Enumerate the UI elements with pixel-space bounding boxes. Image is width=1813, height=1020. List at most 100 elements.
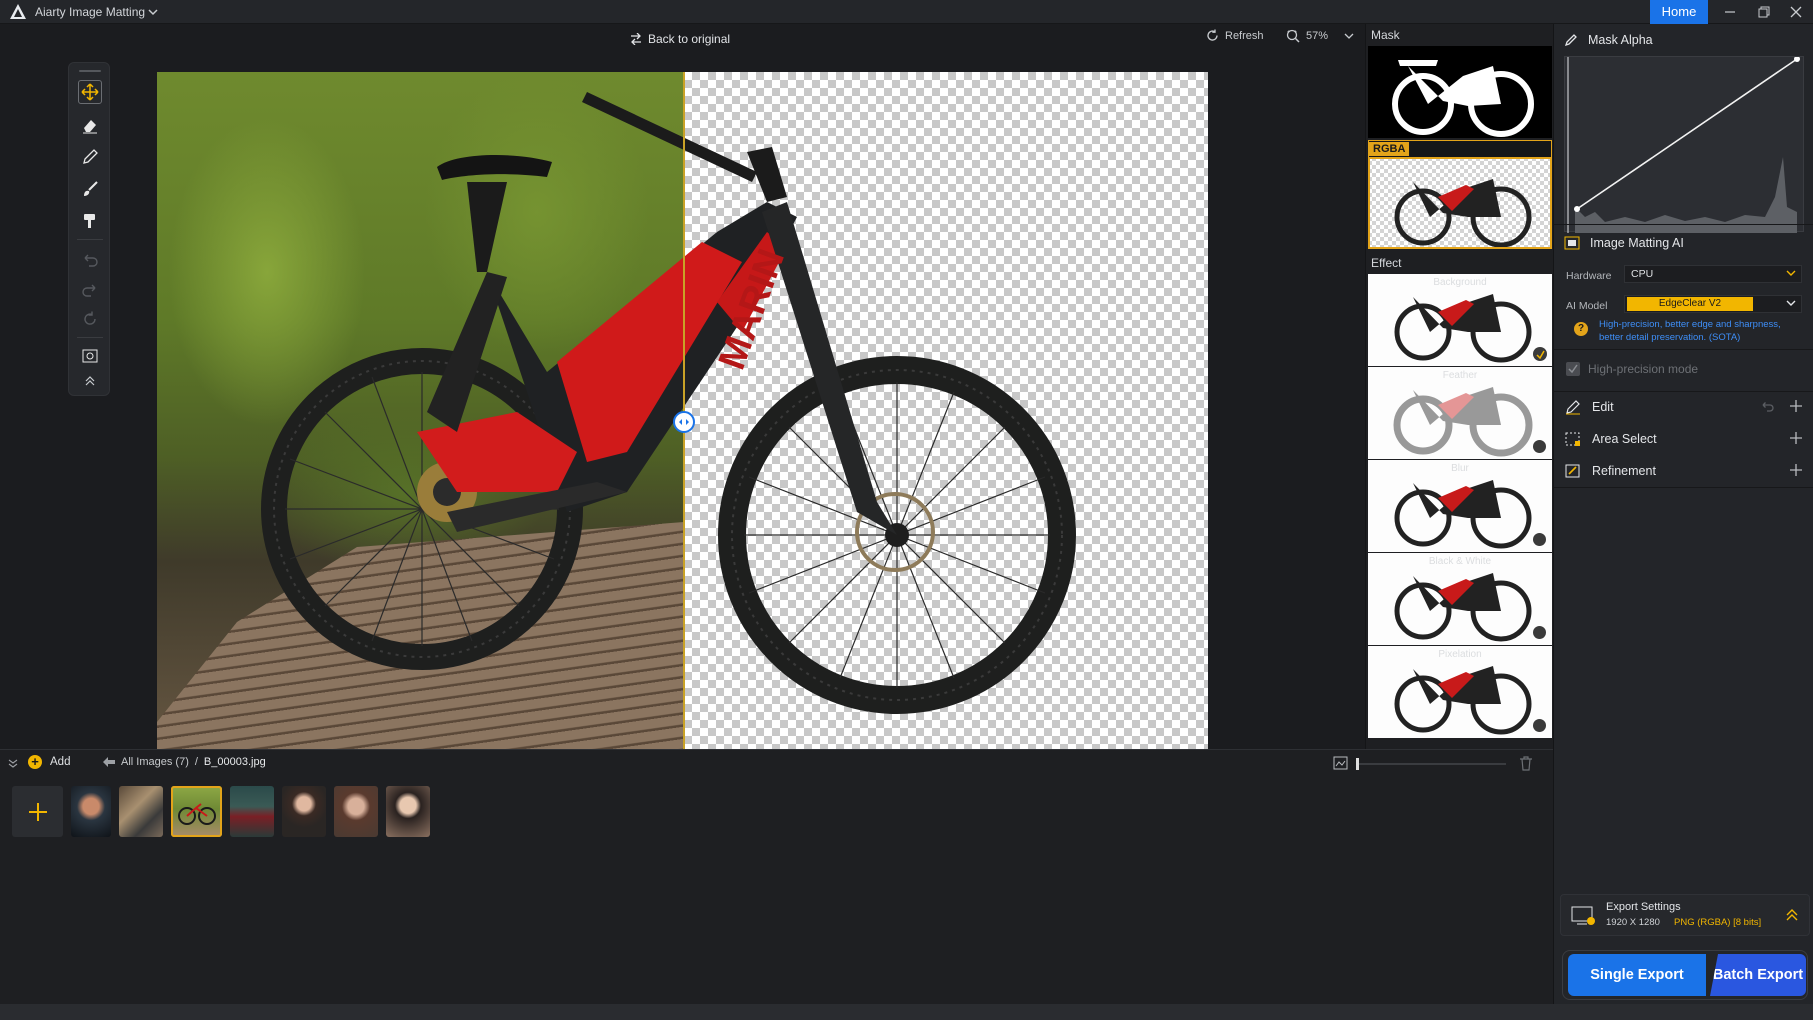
effect-title: Pixelation bbox=[1438, 649, 1482, 660]
effect-feather[interactable]: Feather bbox=[1368, 367, 1552, 459]
ai-model-select[interactable]: EdgeClear V2 bbox=[1624, 295, 1802, 313]
breadcrumb-separator: / bbox=[194, 756, 198, 768]
back-arrow-icon[interactable] bbox=[103, 757, 115, 767]
effect-radio[interactable] bbox=[1533, 626, 1546, 639]
undo-icon[interactable] bbox=[1760, 400, 1774, 412]
batch-export-button[interactable]: Batch Export bbox=[1710, 954, 1806, 996]
thumbnail-woman-flowers[interactable] bbox=[282, 786, 326, 837]
effect-radio[interactable] bbox=[1533, 440, 1546, 453]
thumbnail-woman-floral[interactable] bbox=[386, 786, 430, 837]
ai-model-value: EdgeClear V2 bbox=[1627, 297, 1753, 311]
close-icon bbox=[1790, 6, 1802, 18]
app-menu-caret-icon[interactable] bbox=[147, 6, 159, 18]
plus-icon[interactable] bbox=[1790, 464, 1802, 476]
add-image-tile[interactable] bbox=[12, 786, 63, 837]
title-bar: Aiarty Image Matting Home bbox=[0, 0, 1813, 24]
tool-separator bbox=[77, 239, 103, 240]
effect-black-white[interactable]: Black & White bbox=[1368, 553, 1552, 645]
minimize-button[interactable] bbox=[1713, 0, 1747, 24]
divider bbox=[1554, 224, 1813, 225]
zoom-icon bbox=[1286, 29, 1300, 43]
reset-icon[interactable] bbox=[78, 307, 102, 331]
add-circle-icon: + bbox=[28, 755, 42, 769]
thumbnail-size-slider[interactable] bbox=[1356, 763, 1506, 765]
help-icon[interactable]: ? bbox=[1574, 322, 1588, 336]
edit-section[interactable]: Edit bbox=[1554, 392, 1813, 422]
edit-icon bbox=[1566, 400, 1580, 415]
effect-blur[interactable]: Blur bbox=[1368, 460, 1552, 552]
add-images-button[interactable]: + Add bbox=[28, 755, 70, 769]
move-tool-icon[interactable] bbox=[78, 80, 102, 104]
area-select-label: Area Select bbox=[1592, 432, 1657, 446]
breadcrumb: All Images (7) / B_00003.jpg bbox=[103, 756, 266, 768]
back-to-original-button[interactable]: Back to original bbox=[630, 29, 730, 49]
rgba-tab[interactable]: RGBA bbox=[1368, 140, 1552, 157]
mask-alpha-header: Mask Alpha bbox=[1564, 33, 1653, 47]
thumbnail-woman-portrait[interactable] bbox=[334, 786, 378, 837]
view-mode-icon[interactable] bbox=[78, 344, 102, 368]
matting-header: Image Matting AI bbox=[1564, 236, 1684, 250]
hardware-label: Hardware bbox=[1566, 270, 1612, 282]
trash-icon[interactable] bbox=[1519, 756, 1533, 771]
mask-alpha-title: Mask Alpha bbox=[1588, 33, 1653, 47]
brush-tool-icon[interactable] bbox=[78, 177, 102, 201]
thumbnail-bicycle[interactable] bbox=[171, 786, 222, 837]
thumbnail-woman-red-dress[interactable] bbox=[230, 786, 274, 837]
divider bbox=[1554, 349, 1813, 350]
zoom-level: 57% bbox=[1306, 30, 1329, 42]
settings-panel: Mask Alpha Image Matting AI Hardware CPU… bbox=[1553, 24, 1813, 1004]
palette-grip[interactable] bbox=[79, 70, 101, 72]
image-canvas[interactable]: MARIN bbox=[157, 72, 1208, 772]
collapse-down-icon[interactable] bbox=[8, 758, 18, 768]
pen-tool-icon[interactable] bbox=[78, 145, 102, 169]
undo-icon[interactable] bbox=[78, 247, 102, 271]
effect-radio[interactable] bbox=[1533, 719, 1546, 732]
effect-pixelation[interactable]: Pixelation bbox=[1368, 646, 1552, 738]
effect-radio[interactable] bbox=[1533, 533, 1546, 546]
effect-title: Blur bbox=[1451, 463, 1469, 474]
preview-column: Mask RGBA Effect Background Feather Blur bbox=[1365, 24, 1553, 749]
area-select-section[interactable]: Area Select bbox=[1554, 424, 1813, 454]
export-resolution: 1920 X 1280 bbox=[1606, 917, 1660, 928]
fill-tool-icon[interactable] bbox=[78, 209, 102, 233]
slider-knob[interactable] bbox=[1356, 758, 1359, 770]
expand-up-icon[interactable] bbox=[1785, 908, 1799, 922]
mask-preview[interactable] bbox=[1368, 46, 1552, 138]
maximize-icon bbox=[1758, 6, 1770, 18]
hardware-select[interactable]: CPU bbox=[1624, 265, 1802, 283]
refinement-section[interactable]: Refinement bbox=[1554, 456, 1813, 486]
thumbnail-jellyfish[interactable] bbox=[71, 786, 111, 837]
export-settings-title: Export Settings bbox=[1606, 901, 1681, 913]
zoom-control[interactable]: 57% bbox=[1286, 29, 1354, 43]
all-images-link[interactable]: All Images (7) bbox=[121, 756, 189, 768]
divider bbox=[1554, 487, 1813, 488]
export-format: PNG (RGBA) [8 bits] bbox=[1674, 917, 1762, 928]
eraser-tool-icon[interactable] bbox=[78, 113, 102, 137]
hardware-value: CPU bbox=[1631, 268, 1654, 280]
compare-split-handle[interactable] bbox=[673, 411, 695, 433]
thumbnail-bird[interactable] bbox=[119, 786, 163, 837]
refresh-button[interactable]: Refresh bbox=[1206, 29, 1264, 42]
plus-icon[interactable] bbox=[1790, 400, 1802, 412]
refinement-label: Refinement bbox=[1592, 464, 1656, 478]
collapse-up-icon[interactable] bbox=[78, 369, 102, 393]
export-settings[interactable]: Export Settings 1920 X 1280 PNG (RGBA) [… bbox=[1560, 894, 1810, 936]
effect-background[interactable]: Background bbox=[1368, 274, 1552, 366]
alpha-curve-editor[interactable] bbox=[1564, 56, 1804, 233]
maximize-button[interactable] bbox=[1747, 0, 1781, 24]
chevron-down-icon bbox=[1786, 300, 1796, 306]
rgba-preview[interactable] bbox=[1368, 157, 1552, 249]
ai-model-hint: High-precision, better edge and sharpnes… bbox=[1599, 319, 1781, 343]
back-to-original-label: Back to original bbox=[648, 32, 731, 46]
file-strip-header: + Add All Images (7) / B_00003.jpg bbox=[0, 750, 1553, 776]
redo-icon[interactable] bbox=[78, 277, 102, 301]
zoom-dropdown-icon[interactable] bbox=[1344, 31, 1354, 41]
file-strip: + Add All Images (7) / B_00003.jpg bbox=[0, 749, 1553, 1004]
plus-icon[interactable] bbox=[1790, 432, 1802, 444]
effect-title: Background bbox=[1433, 277, 1487, 288]
home-button[interactable]: Home bbox=[1650, 0, 1708, 24]
close-button[interactable] bbox=[1779, 0, 1813, 24]
high-precision-toggle[interactable]: High-precision mode bbox=[1566, 362, 1698, 376]
minimize-icon bbox=[1725, 11, 1735, 13]
single-export-button[interactable]: Single Export bbox=[1568, 954, 1706, 996]
